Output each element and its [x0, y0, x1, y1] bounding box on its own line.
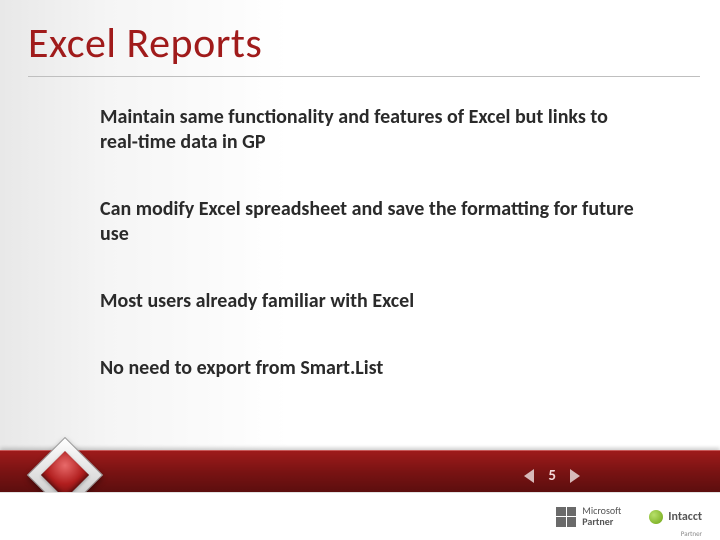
microsoft-partner-text: Microsoft Partner: [582, 506, 621, 527]
slide: Excel Reports Maintain same functionalit…: [0, 0, 720, 540]
microsoft-partner-badge: Microsoft Partner: [556, 506, 621, 527]
intacct-logo-icon: [649, 510, 663, 524]
page-number: 5: [548, 467, 556, 485]
content-area: Maintain same functionality and features…: [100, 105, 640, 423]
title-underline: [28, 76, 700, 77]
next-arrow-icon[interactable]: [570, 469, 580, 483]
bullet-item: No need to export from Smart.List: [100, 356, 640, 381]
microsoft-logo-icon: [556, 507, 576, 527]
bullet-item: Most users already familiar with Excel: [100, 289, 640, 314]
intacct-name: Intacct: [668, 510, 702, 524]
bullet-item: Maintain same functionality and features…: [100, 105, 640, 155]
pager: 5: [524, 467, 580, 485]
intacct-sub: Partner: [681, 529, 702, 538]
prev-arrow-icon[interactable]: [524, 469, 534, 483]
ms-line2: Partner: [582, 517, 621, 528]
accent-band: [0, 450, 720, 492]
intacct-badge: Intacct: [649, 510, 702, 524]
bullet-item: Can modify Excel spreadsheet and save th…: [100, 197, 640, 247]
footer: Microsoft Partner Intacct Partner: [0, 492, 720, 540]
slide-title: Excel Reports: [28, 18, 262, 69]
